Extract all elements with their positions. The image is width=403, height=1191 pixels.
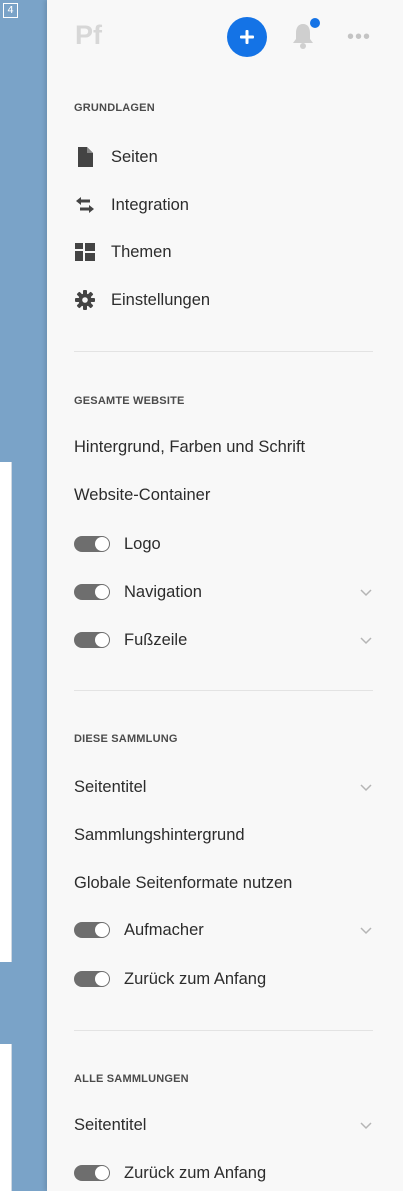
menu-item-hintergrund-farben-schrift[interactable]: Hintergrund, Farben und Schrift [74,432,373,462]
menu-item-navigation[interactable]: Navigation [74,577,373,607]
menu-item-label: Themen [111,242,172,261]
section-title-diese-sammlung: DIESE SAMMLUNG [74,733,178,745]
divider [74,1030,373,1031]
menu-item-fusszeile[interactable]: Fußzeile [74,625,373,655]
menu-item-label: Globale Seitenformate nutzen [74,873,293,892]
menu-item-label: Einstellungen [111,290,211,309]
gear-icon [74,289,96,311]
menu-item-website-container[interactable]: Website-Container [74,480,373,510]
menu-item-label: Integration [111,195,189,214]
section-title-gesamte-website: GESAMTE WEBSITE [74,395,185,407]
section-title-grundlagen: GRUNDLAGEN [74,102,155,114]
menu-item-label: Aufmacher [124,920,204,939]
menu-item-seitentitel[interactable]: Seitentitel [74,772,373,802]
menu-item-themen[interactable]: Themen [74,237,373,267]
logo-toggle[interactable] [74,536,110,552]
menu-item-sammlungshintergrund[interactable]: Sammlungshintergrund [74,820,373,850]
panel-header: Pf ••• [47,0,403,76]
menu-item-label: Seitentitel [74,1115,147,1134]
menu-item-globale-seitenformate[interactable]: Globale Seitenformate nutzen [74,868,373,898]
menu-item-integration[interactable]: Integration [74,190,373,220]
design-panel: Pf ••• GRUNDLAGEN Seiten Integration The… [47,0,403,1191]
chevron-down-icon[interactable] [359,1118,373,1132]
fusszeile-toggle[interactable] [74,632,110,648]
menu-item-label: Seiten [111,147,158,166]
menu-item-einstellungen[interactable]: Einstellungen [74,285,373,315]
menu-item-seiten[interactable]: Seiten [74,142,373,172]
page-number-badge: 4 [3,3,18,18]
chevron-down-icon[interactable] [359,633,373,647]
app-logo: Pf [75,20,102,50]
menu-item-zurueck-zum-anfang-alle[interactable]: Zurück zum Anfang [74,1158,373,1188]
chevron-down-icon[interactable] [359,585,373,599]
zurueck-zum-anfang-toggle[interactable] [74,971,110,987]
add-button[interactable] [227,17,267,57]
section-title-alle-sammlungen: ALLE SAMMLUNGEN [74,1073,189,1085]
menu-item-label: Navigation [124,582,202,601]
background-card [0,1044,12,1191]
menu-item-label: Sammlungshintergrund [74,825,245,844]
layout-grid-icon [74,241,96,263]
menu-item-label: Website-Container [74,485,211,504]
swap-arrows-icon [74,194,96,216]
menu-item-aufmacher[interactable]: Aufmacher [74,915,373,945]
divider [74,351,373,352]
menu-item-label: Seitentitel [74,777,147,796]
menu-item-zurueck-zum-anfang[interactable]: Zurück zum Anfang [74,964,373,994]
divider [74,690,373,691]
menu-item-logo[interactable]: Logo [74,529,373,559]
menu-item-label: Zurück zum Anfang [124,1163,267,1182]
chevron-down-icon[interactable] [359,923,373,937]
zurueck-zum-anfang-alle-toggle[interactable] [74,1165,110,1181]
notification-dot [310,18,320,28]
menu-item-label: Hintergrund, Farben und Schrift [74,437,306,456]
menu-item-label: Logo [124,534,161,553]
plus-icon [240,30,254,44]
menu-item-label: Zurück zum Anfang [124,969,267,988]
more-horizontal-icon: ••• [346,25,371,48]
menu-item-label: Fußzeile [124,630,188,649]
background-card [0,462,12,962]
more-button[interactable]: ••• [342,22,376,52]
navigation-toggle[interactable] [74,584,110,600]
aufmacher-toggle[interactable] [74,922,110,938]
chevron-down-icon[interactable] [359,780,373,794]
notifications-button[interactable] [290,18,320,50]
page-icon [74,146,96,168]
menu-item-seitentitel-alle[interactable]: Seitentitel [74,1110,373,1140]
